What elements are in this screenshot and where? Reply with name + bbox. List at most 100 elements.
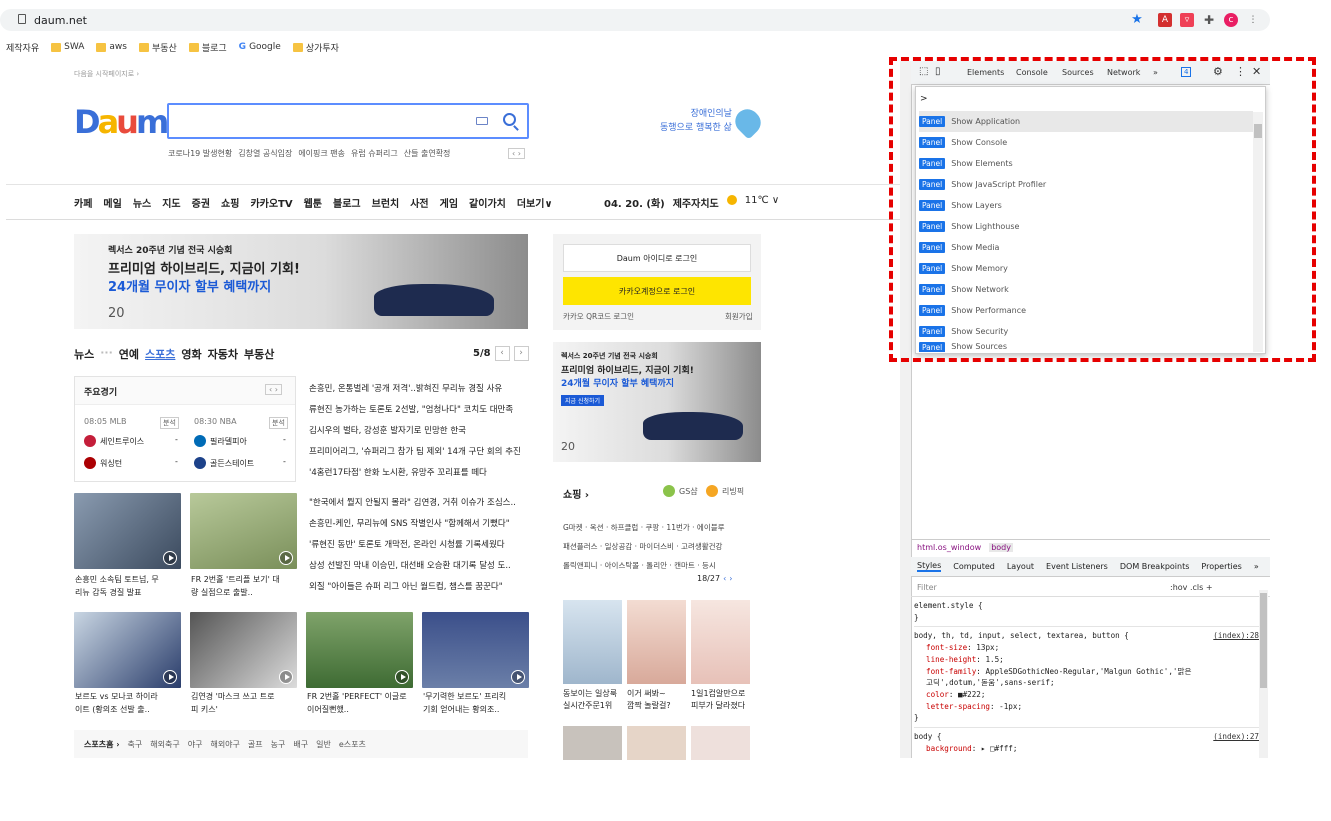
bookmark-item[interactable]: aws bbox=[96, 42, 127, 52]
tab-layout[interactable]: Layout bbox=[1007, 562, 1034, 571]
source-link[interactable]: (index):28 bbox=[1213, 630, 1259, 642]
headline-item[interactable]: "한국에서 뭘지 안될지 몰라" 김연경, 거취 이슈가 조심스.. bbox=[309, 493, 539, 514]
nav-item[interactable]: 카카오TV bbox=[250, 195, 292, 210]
daum-login-button[interactable]: Daum 아이디로 로그인 bbox=[563, 244, 751, 272]
trending-item[interactable]: 김창열 공식입장 bbox=[238, 148, 292, 159]
tab-car[interactable]: 자동차 bbox=[208, 346, 238, 362]
news-thumbnail[interactable] bbox=[74, 612, 181, 688]
more-tabs-icon[interactable]: » bbox=[1254, 562, 1259, 571]
bookmark-item[interactable]: 상가투자 bbox=[292, 41, 339, 54]
sports-link[interactable]: 골프 bbox=[248, 739, 263, 750]
tab-news[interactable]: 뉴스 bbox=[74, 346, 94, 362]
pocket-extension-icon[interactable]: ▿ bbox=[1180, 13, 1194, 27]
nav-item[interactable]: 지도 bbox=[162, 195, 180, 210]
source-link[interactable]: (index):27 bbox=[1213, 731, 1259, 743]
breadcrumb-item[interactable]: body bbox=[989, 543, 1013, 552]
thumb-caption[interactable]: FR 2번홀 '트리플 보기' 대량 실점으로 출발.. bbox=[191, 573, 280, 599]
team-row[interactable]: 세인트루이스 bbox=[84, 435, 144, 447]
nav-item[interactable]: 뉴스 bbox=[133, 195, 151, 210]
css-property[interactable]: font-size: 13px; bbox=[914, 642, 1259, 654]
shopping-title[interactable]: 쇼핑 › bbox=[563, 486, 589, 501]
news-thumbnail[interactable] bbox=[306, 612, 413, 688]
nav-item-more[interactable]: 더보기∨ bbox=[517, 195, 553, 210]
trending-item[interactable]: 코로나19 발생현황 bbox=[168, 148, 232, 159]
scrollbar-thumb[interactable] bbox=[1260, 593, 1267, 688]
start-page-link[interactable]: 다음을 시작페이지로 › bbox=[74, 69, 139, 79]
product-image[interactable] bbox=[691, 726, 750, 760]
headline-item[interactable]: 프리미어리그, '슈퍼리그 참가 팀 제외' 14개 구단 회의 추진 bbox=[309, 442, 539, 463]
thumb-caption[interactable]: 손흥민 소속팀 토트넘, 무 리뉴 감독 경질 발표 bbox=[75, 573, 159, 599]
news-thumbnail[interactable] bbox=[190, 612, 297, 688]
css-property[interactable]: font-family: AppleSDGothicNeo-Regular,'M… bbox=[914, 666, 1259, 689]
product-image[interactable] bbox=[563, 600, 622, 684]
nav-item[interactable]: 블로그 bbox=[333, 195, 361, 210]
sports-link[interactable]: 야구 bbox=[188, 739, 203, 750]
product-image[interactable] bbox=[627, 600, 686, 684]
bookmark-item[interactable]: G Google bbox=[239, 42, 281, 52]
news-thumbnail[interactable] bbox=[422, 612, 529, 688]
headline-item[interactable]: 삼성 선발진 막내 이승민, 대선배 오승환 대기록 달성 도.. bbox=[309, 556, 539, 577]
living-pick-link[interactable]: 리빙픽 bbox=[722, 486, 744, 497]
style-tools[interactable]: :hov .cls + bbox=[1170, 583, 1213, 592]
nav-item[interactable]: 쇼핑 bbox=[221, 195, 239, 210]
thumb-caption[interactable]: 김연경 '마스크 쓰고 트로 피 키스' bbox=[191, 690, 274, 716]
trending-item[interactable]: 산들 출연확정 bbox=[404, 148, 451, 159]
bookmark-item[interactable]: 제작자유 bbox=[6, 41, 39, 54]
sports-link[interactable]: 해외축구 bbox=[150, 739, 179, 750]
nav-item[interactable]: 웹툰 bbox=[304, 195, 322, 210]
profile-avatar-icon[interactable]: c bbox=[1224, 13, 1238, 27]
prev-button[interactable]: ‹ bbox=[723, 574, 726, 583]
headline-item[interactable]: 류현진 농가하는 토론토 2선발, "엄청나다" 코치도 대만족 bbox=[309, 400, 539, 421]
tab-sports[interactable]: 스포츠 bbox=[145, 346, 175, 362]
sports-link[interactable]: e스포츠 bbox=[339, 739, 366, 750]
weather-widget[interactable]: 04. 20. (화) 제주자치도 11℃ ∨ bbox=[604, 195, 779, 210]
tab-realestate[interactable]: 부동산 bbox=[244, 346, 274, 362]
gs-shop-link[interactable]: GS샵 bbox=[679, 486, 698, 497]
puzzle-extension-icon[interactable]: ✚ bbox=[1202, 13, 1216, 27]
trending-item[interactable]: 유럽 슈퍼리그 bbox=[351, 148, 398, 159]
next-button[interactable]: › bbox=[513, 346, 529, 361]
analysis-button[interactable]: 분석 bbox=[269, 417, 288, 429]
nav-item[interactable]: 같이가치 bbox=[469, 195, 506, 210]
qr-login-link[interactable]: 카카오 QR코드 로그인 bbox=[563, 311, 634, 322]
news-thumbnail[interactable] bbox=[190, 493, 297, 569]
star-icon[interactable]: ★ bbox=[1130, 13, 1144, 27]
search-input[interactable] bbox=[167, 103, 529, 139]
team-row[interactable]: 워싱턴 bbox=[84, 457, 122, 469]
product-image[interactable] bbox=[563, 726, 622, 760]
url-text[interactable]: daum.net bbox=[34, 14, 87, 27]
tab-dom-breakpoints[interactable]: DOM Breakpoints bbox=[1120, 562, 1190, 571]
pdf-extension-icon[interactable]: A bbox=[1158, 13, 1172, 27]
sports-link[interactable]: 농구 bbox=[271, 739, 286, 750]
kakao-login-button[interactable]: 카카오계정으로 로그인 bbox=[563, 277, 751, 305]
prev-button[interactable]: ‹ bbox=[494, 346, 510, 361]
product-image[interactable] bbox=[627, 726, 686, 760]
breadcrumb-item[interactable]: html.os_window bbox=[917, 543, 981, 552]
shop-links[interactable]: G마켓 · 옥션 · 하프클럽 · 쿠팡 · 11번가 · 에이블루 bbox=[563, 518, 758, 537]
shop-links[interactable]: 롤릭앤피니 · 아이스탁몰 · 톨리안 · 캔마트 · 등시 bbox=[563, 556, 758, 575]
signup-link[interactable]: 회원가입 bbox=[725, 311, 753, 322]
daum-logo[interactable]: Daum bbox=[74, 103, 169, 141]
nav-item[interactable]: 브런치 bbox=[372, 195, 400, 210]
nav-item[interactable]: 메일 bbox=[103, 195, 121, 210]
nav-item[interactable]: 카페 bbox=[74, 195, 92, 210]
nav-item[interactable]: 증권 bbox=[192, 195, 210, 210]
css-property[interactable]: color: ■#222; bbox=[914, 689, 1259, 701]
headline-item[interactable]: '4홈런17타점' 한화 노시환, 유망주 꼬리표를 떼다 bbox=[309, 463, 539, 484]
css-property[interactable]: background: ▸ □#fff; bbox=[914, 743, 1259, 755]
nav-item[interactable]: 사전 bbox=[410, 195, 428, 210]
analysis-button[interactable]: 분석 bbox=[160, 417, 179, 429]
product-image[interactable] bbox=[691, 600, 750, 684]
sports-link[interactable]: 해외야구 bbox=[210, 739, 239, 750]
tab-movie[interactable]: 영화 bbox=[181, 346, 201, 362]
thumb-caption[interactable]: 보르도 vs 모나코 하이라 이트 (황의조 선발 출.. bbox=[75, 690, 158, 716]
headline-item[interactable]: 외질 "아이들은 슈퍼 리그 아닌 월드컵, 챔스를 꿈꾼다" bbox=[309, 577, 539, 598]
product-caption[interactable]: 1일1컵알만으로 피부가 달라졌다 bbox=[691, 688, 745, 712]
news-thumbnail[interactable] bbox=[74, 493, 181, 569]
campaign-banner[interactable]: 장애인의날 동행으로 행복한 삶 bbox=[660, 108, 732, 135]
keyboard-icon[interactable] bbox=[476, 117, 488, 125]
search-icon[interactable] bbox=[503, 113, 516, 126]
team-row[interactable]: 골든스테이트 bbox=[194, 457, 254, 469]
headline-item[interactable]: 손흥민, 온통벌레 '공개 저격'..밝혀진 무리뉴 경질 사유 bbox=[309, 379, 539, 400]
headline-item[interactable]: 손흥민-케인, 무리뉴에 SNS 작별인사 "함께해서 기뻤다" bbox=[309, 514, 539, 535]
